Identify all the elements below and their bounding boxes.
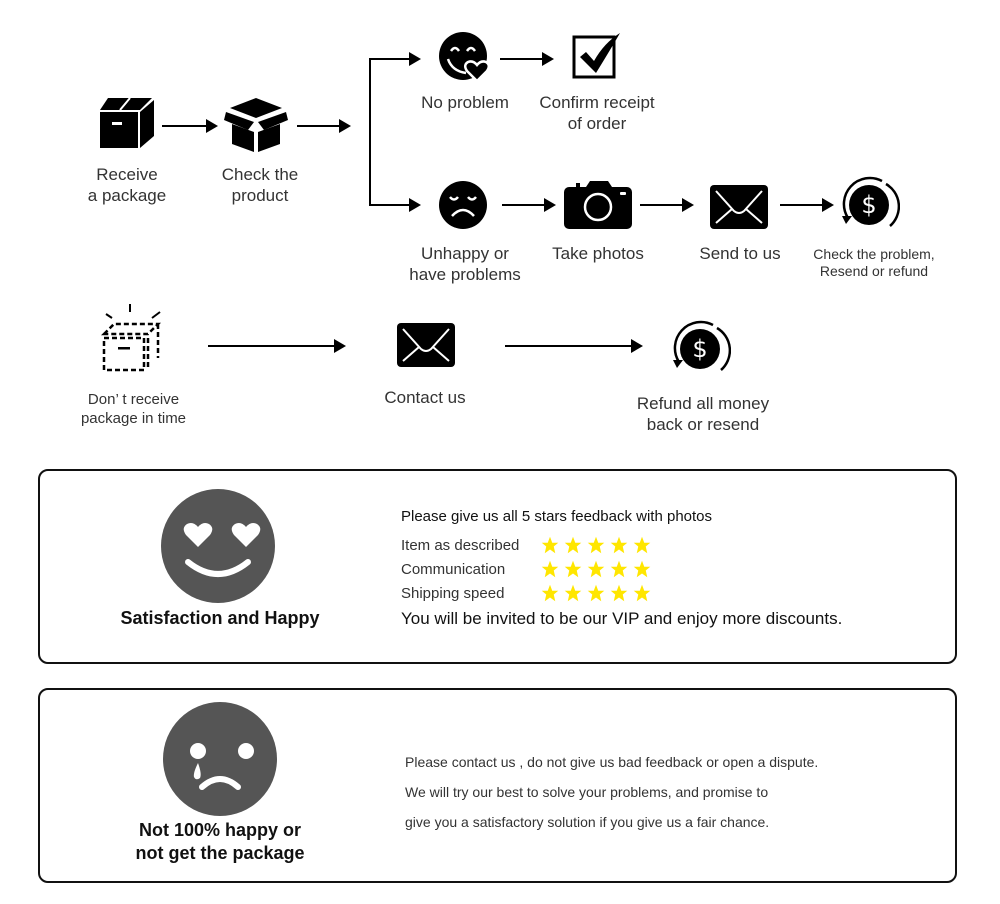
contact-us-label: Contact us [384,388,466,407]
unhappy-label-line1: Unhappy or [421,244,509,263]
arrow-unhappy-to-photos [502,198,556,212]
happy-panel-title: Satisfaction and Happy [120,608,320,628]
arrow-send-to-resolve [780,198,834,212]
confirm-receipt-label: Confirm receipt of order [527,92,667,134]
confirm-label-line1: Confirm receipt [539,93,655,112]
check-product-label: Check the product [205,164,315,206]
arrow-not-received-to-contact [208,339,346,353]
star-icon [587,584,605,602]
star-rating [541,584,651,602]
sad-panel: Not 100% happy or not get the package Pl… [38,688,957,883]
arrow-to-no-problem [369,52,421,66]
take-photos-label: Take photos [552,244,644,263]
camera-icon [564,181,632,229]
branch-line [369,58,371,206]
arrow-photos-to-send [640,198,694,212]
unhappy-label: Unhappy or have problems [400,243,530,285]
star-icon [633,560,651,578]
star-icon [541,536,559,554]
refund-label: Refund all money back or resend [623,393,783,435]
star-icon [610,560,628,578]
rating-row-shipping-speed: Shipping speed [401,584,651,602]
star-icon [610,536,628,554]
rating-label: Item as described [401,536,520,554]
checkbox-checked-icon [572,33,620,79]
arrow-contact-to-refund [505,339,643,353]
heart-eyes-face-icon [161,489,275,603]
no-problem-label: No problem [421,93,509,112]
message-line: Please contact us , do not give us bad f… [405,754,819,770]
receive-package-label: Receive a package [72,164,182,206]
envelope-icon [710,185,768,229]
arrow-check-to-branch [297,119,351,133]
sad-panel-title: Not 100% happy or not get the package [100,819,340,865]
rating-row-communication: Communication [401,560,651,578]
refund-label-line2: back or resend [646,415,760,434]
arrow-to-unhappy [369,198,421,212]
rating-row-item-as-described: Item as described [401,536,651,554]
closed-box-icon [100,97,154,148]
happy-heart-face-icon [439,32,490,83]
sad-panel-message: Please contact us , do not give us bad f… [405,747,818,837]
star-icon [610,584,628,602]
star-icon [633,536,651,554]
refund-label-line1: Refund all money [636,394,770,413]
message-line: give you a satisfactory solution if you … [405,814,770,830]
svg-text:$: $ [861,191,876,219]
resolve-label-line1: Check the problem, [813,246,935,262]
send-to-us-label: Send to us [699,244,781,263]
feedback-heading: Please give us all 5 stars feedback with… [401,508,713,525]
star-icon [564,560,582,578]
open-box-icon [224,98,288,152]
star-icon [587,560,605,578]
arrow-no-problem-to-confirm [500,52,554,66]
svg-text:$: $ [692,335,707,363]
not-received-label: Don’ t receive package in time [66,390,201,428]
confirm-label-line2: of order [567,114,627,133]
star-icon [587,536,605,554]
not-received-label-line2: package in time [80,410,187,427]
dollar-refund-icon: $ [673,320,731,371]
star-icon [541,584,559,602]
receive-label-line1: Receive [96,165,158,184]
sad-title-line1: Not 100% happy or [138,820,302,840]
star-rating [541,560,651,578]
vip-message: You will be invited to be our VIP and en… [401,609,843,628]
crying-face-icon [163,702,277,816]
dashed-box-icon [100,304,162,372]
rating-label: Shipping speed [401,584,505,602]
dollar-refund-icon: $ [842,176,900,227]
star-icon [564,584,582,602]
rating-label: Communication [401,560,506,578]
receive-label-line2: a package [87,186,167,205]
star-icon [633,584,651,602]
resolve-label: Check the problem, Resend or refund [796,246,952,280]
star-icon [541,560,559,578]
star-rating [541,536,651,554]
happy-panel: Satisfaction and Happy Please give us al… [38,469,957,664]
check-label-line2: product [231,186,289,205]
sad-face-icon [439,181,487,229]
unhappy-label-line2: have problems [409,265,521,284]
arrow-receive-to-check [162,119,218,133]
sad-title-line2: not get the package [135,843,305,863]
envelope-icon [397,323,455,367]
star-icon [564,536,582,554]
message-line: We will try our best to solve your probl… [405,784,769,800]
not-received-label-line1: Don’ t receive [87,391,180,408]
resolve-label-line2: Resend or refund [819,263,929,279]
check-label-line1: Check the [221,165,299,184]
